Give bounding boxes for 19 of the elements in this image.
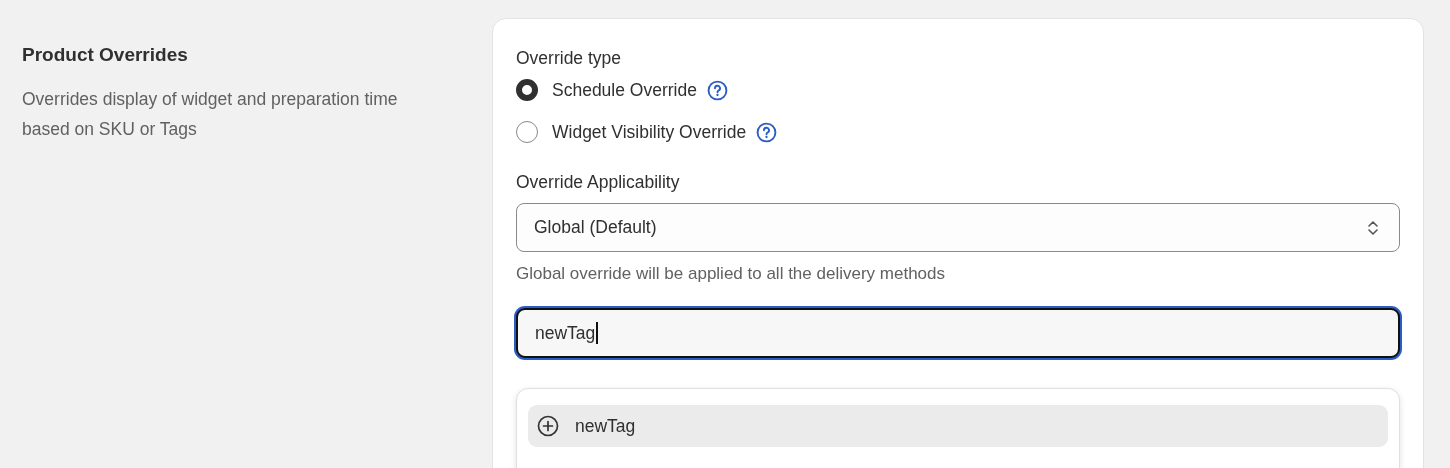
radio-button[interactable] [516, 79, 538, 101]
field-label: Override type [516, 47, 623, 69]
section-title: Product Overrides [22, 44, 189, 66]
select-dropdown[interactable]: Global (Default) [516, 203, 1400, 252]
chevron-up-down-icon [1367, 218, 1379, 237]
section-description: Overrides display of widget and preparation time based on SKU or Tags [22, 88, 399, 141]
text-cursor [596, 322, 598, 344]
help-icon[interactable] [756, 121, 778, 143]
radio-label[interactable]: Widget Visibility Override [552, 121, 747, 143]
add-circle-icon [537, 415, 559, 437]
radio-label[interactable]: Schedule Override [552, 79, 697, 101]
tag-input-field[interactable]: newTag [516, 308, 1400, 358]
help-icon[interactable] [706, 79, 728, 101]
select-value: Global (Default) [534, 217, 657, 238]
suggestion-option[interactable]: newTag [528, 405, 1388, 447]
field-label: Override Applicability [516, 171, 681, 193]
input-value: newTag [535, 322, 596, 344]
help-text: Global override will be applied to all the delivery methods [516, 264, 946, 284]
radio-button[interactable] [516, 121, 538, 143]
